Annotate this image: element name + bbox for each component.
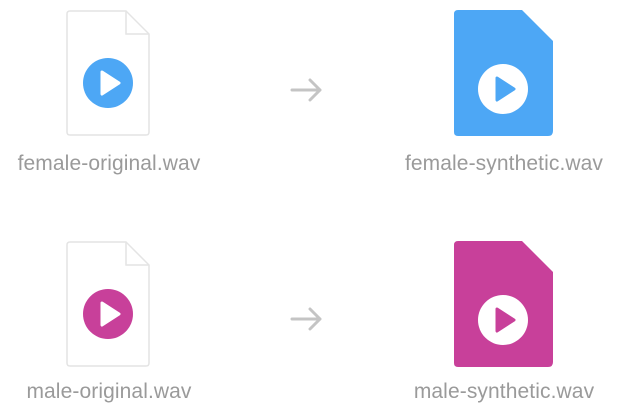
female-original-filename: female-original.wav: [17, 152, 201, 175]
male-synthetic-filename: male-synthetic.wav: [413, 380, 595, 403]
right-arrow-icon: [290, 307, 322, 331]
male-synthetic-file-icon[interactable]: [454, 241, 554, 367]
female-synthetic-filename: female-synthetic.wav: [404, 152, 604, 175]
right-arrow-icon: [290, 78, 322, 102]
female-synthetic-file-icon[interactable]: [454, 10, 554, 136]
male-original-filename: male-original.wav: [26, 380, 192, 403]
male-original-file-icon[interactable]: [66, 241, 150, 367]
female-original-file-icon[interactable]: [66, 10, 150, 136]
